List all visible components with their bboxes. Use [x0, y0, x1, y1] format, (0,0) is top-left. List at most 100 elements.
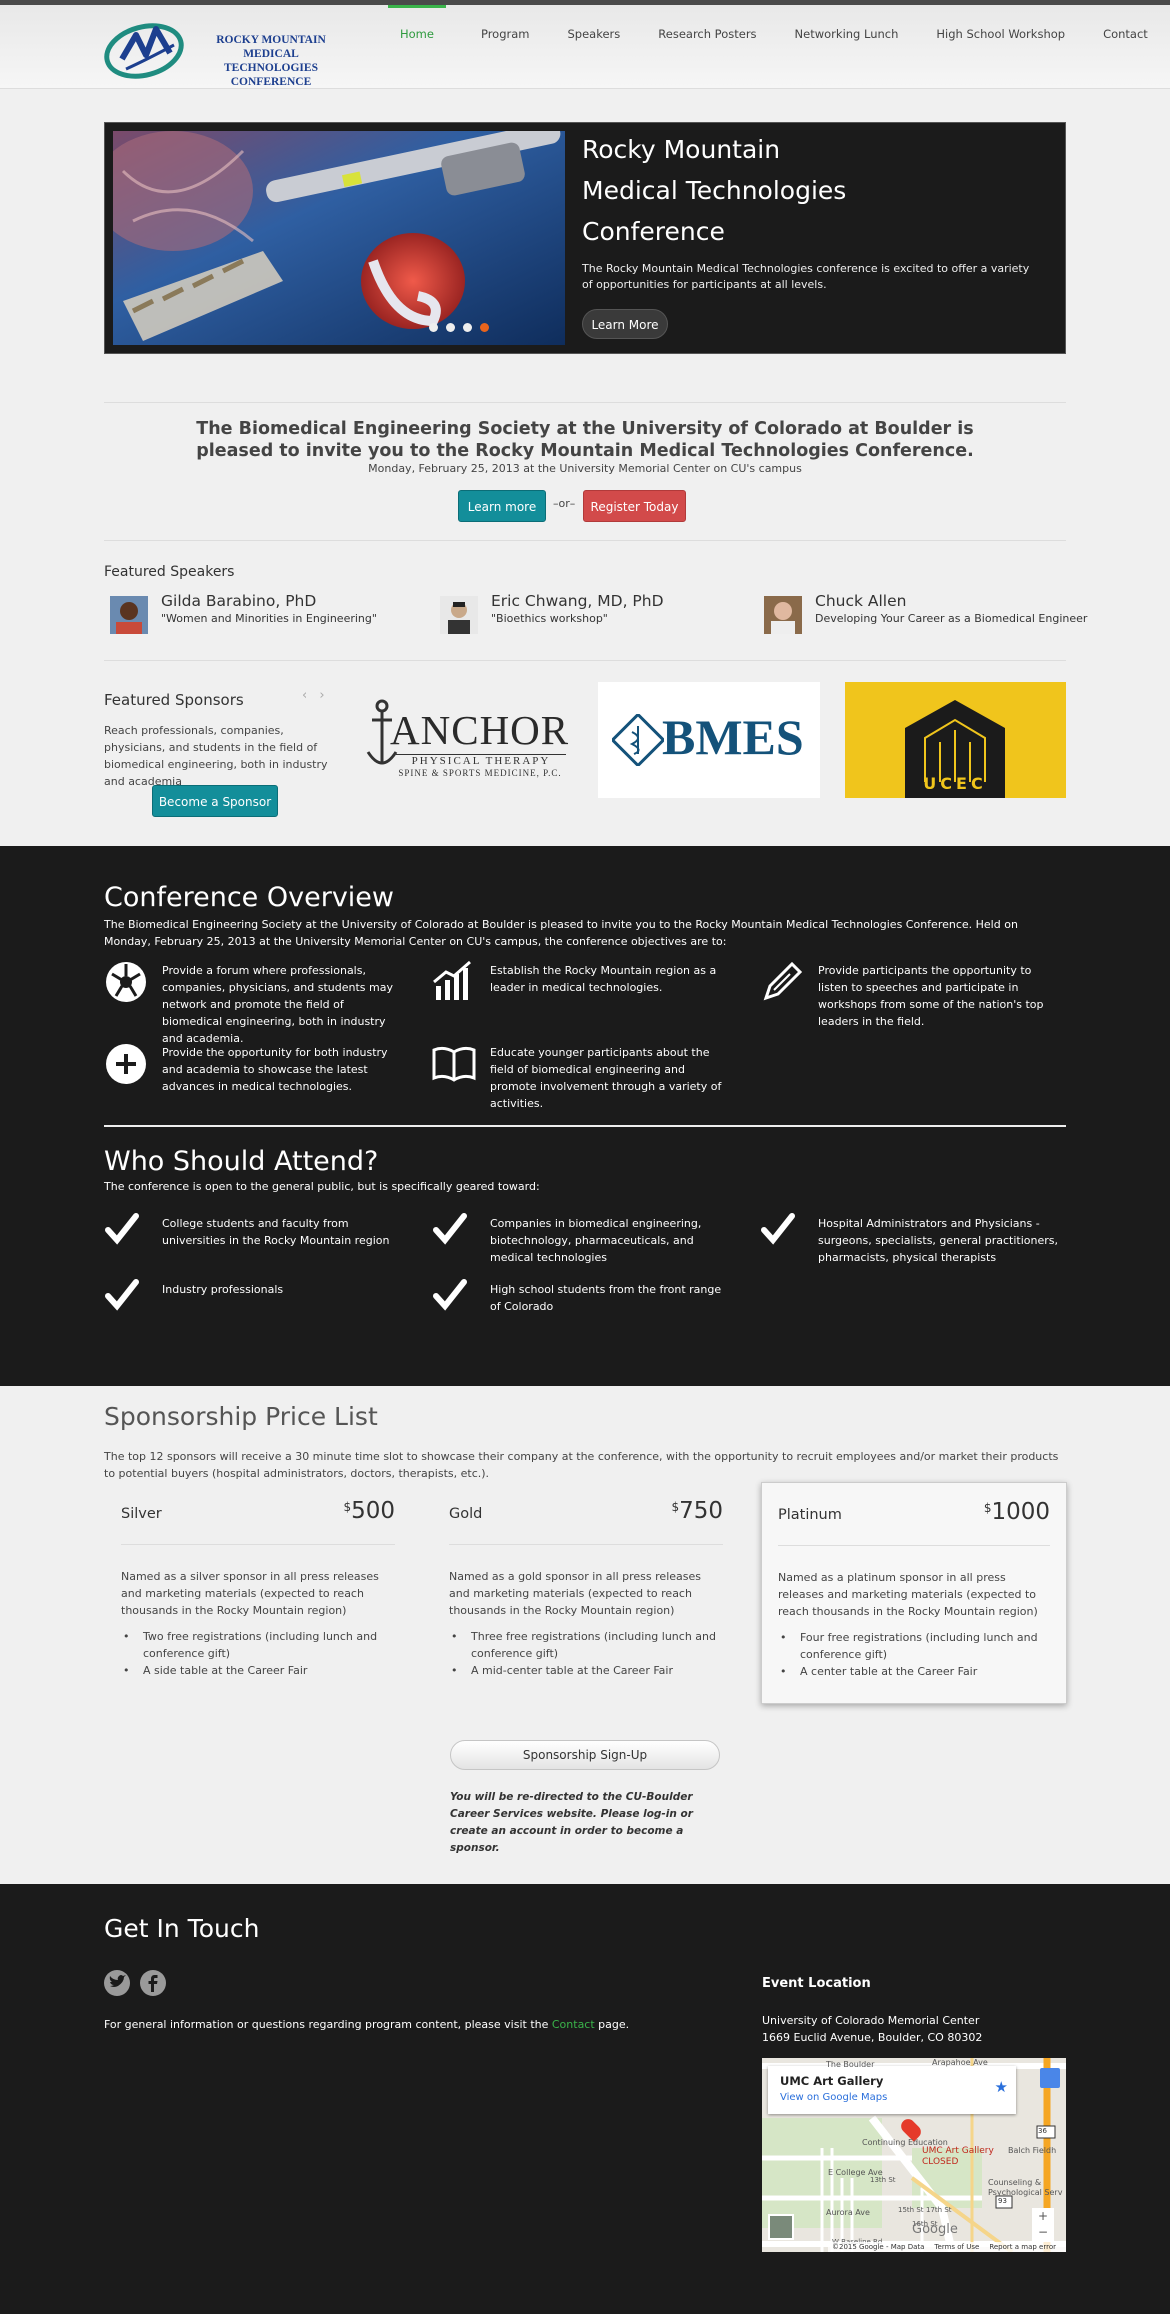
chevron-left-icon[interactable]: ‹ [302, 688, 307, 703]
sponsor-bmes-logo[interactable]: BMES [598, 682, 820, 798]
hero-text: The Rocky Mountain Medical Technologies … [582, 262, 1030, 291]
hero-learn-more-button[interactable]: Learn More [582, 309, 668, 339]
sponsorship-signup-button[interactable]: Sponsorship Sign-Up [450, 1740, 720, 1770]
map-report-link[interactable]: Report a map error [989, 2242, 1056, 2252]
divider [104, 660, 1066, 661]
nav-program[interactable]: Program [481, 10, 530, 60]
plan-perks: Two free registrations (including lunch … [121, 1628, 391, 1679]
featured-sponsors-heading: Featured Sponsors [104, 691, 244, 709]
map-place-counseling: Counseling & Psychological Serv [988, 2178, 1062, 2198]
currency-symbol: $ [343, 1500, 352, 1514]
map-place-balch: Balch Fieldh [1008, 2146, 1057, 2155]
plan-amount: 500 [351, 1498, 395, 1524]
logo-swirl-icon [104, 23, 184, 79]
conference-overview-heading: Conference Overview [104, 882, 394, 913]
event-map[interactable]: UMC Art Gallery View on Google Maps ★ UM… [762, 2058, 1066, 2252]
zoom-out-icon[interactable]: − [1032, 2224, 1054, 2240]
contact-info: For general information or questions reg… [104, 2018, 629, 2031]
plan-amount: 750 [679, 1498, 723, 1524]
plan-perks: Three free registrations (including lunc… [449, 1628, 719, 1679]
main-nav: Home Program Speakers Research Posters N… [388, 5, 1148, 60]
get-in-touch-heading: Get In Touch [104, 1914, 260, 1943]
objective-item: Provide participants the opportunity to … [760, 960, 1060, 1030]
slider-dot-2[interactable] [446, 323, 455, 332]
pricing-plan-gold: Gold $750 Named as a gold sponsor in all… [433, 1482, 739, 1704]
who-should-attend-heading: Who Should Attend? [104, 1146, 379, 1177]
invite-title: The Biomedical Engineering Society at th… [196, 419, 974, 461]
speaker-role: Developing Your Career as a Biomedical E… [815, 612, 1088, 625]
overview-lead: The Biomedical Engineering Society at th… [104, 918, 1018, 948]
map-pin-label: UMC Art Gallery CLOSED [922, 2146, 994, 2168]
speaker-photo [764, 596, 802, 634]
nav-networking-lunch[interactable]: Networking Lunch [795, 10, 899, 60]
hero-title: Rocky Mountain Medical Technologies Conf… [582, 129, 1052, 252]
hero-image [113, 131, 565, 345]
speaker-photo [440, 596, 478, 634]
nav-high-school-workshop[interactable]: High School Workshop [936, 10, 1065, 60]
star-icon[interactable]: ★ [995, 2078, 1008, 2096]
invite-date: Monday, February 25, 2013 at the Univers… [368, 462, 802, 475]
slider-dot-4-active[interactable] [480, 323, 489, 332]
pin-status: CLOSED [922, 2157, 959, 2167]
nav-home[interactable]: Home [388, 5, 446, 60]
google-logo: Google [912, 2222, 958, 2237]
sponsor-anchor-logo[interactable]: ANCHOR PHYSICAL THERAPY SPINE & SPORTS M… [360, 682, 570, 798]
section-divider [104, 1125, 1066, 1127]
plan-divider [449, 1544, 723, 1545]
bmes-diamond-icon [612, 714, 664, 766]
sponsor-carousel-arrows: ‹ › [302, 688, 325, 703]
twitter-icon[interactable] [104, 1970, 130, 1996]
pin-name: UMC Art Gallery [922, 2146, 994, 2156]
plan-divider [121, 1544, 395, 1545]
pegman-icon[interactable] [1040, 2068, 1060, 2088]
satellite-thumbnail[interactable] [768, 2214, 794, 2240]
view-on-google-maps-link[interactable]: View on Google Maps [780, 2092, 887, 2103]
objective-item: Educate younger participants about the f… [432, 1042, 732, 1112]
speaker-role: "Bioethics workshop" [491, 612, 608, 625]
logo-line-3: CONFERENCE [230, 76, 312, 88]
plan-perk: A side table at the Career Fair [121, 1662, 391, 1679]
nav-contact[interactable]: Contact [1103, 10, 1148, 60]
learn-more-button[interactable]: Learn more [458, 490, 546, 522]
map-street-continuing-ed: Continuing Education [862, 2138, 948, 2147]
hero-title-line-3: Conference [582, 217, 725, 246]
checkmark-icon [761, 1213, 795, 1245]
contact-info-suffix: page. [594, 2018, 630, 2031]
attendee-text: High school students from the front rang… [490, 1283, 722, 1313]
facebook-icon[interactable] [140, 1970, 166, 1996]
checkmark-icon [433, 1279, 467, 1311]
map-terms-link[interactable]: Terms of Use [934, 2242, 979, 2252]
slider-dot-3[interactable] [463, 323, 472, 332]
site-logo[interactable]: ROCKY MOUNTAIN MEDICAL TECHNOLOGIES CONF… [104, 15, 334, 88]
open-book-icon [432, 1046, 476, 1082]
zoom-in-icon[interactable]: + [1032, 2208, 1054, 2224]
plan-description: Named as a gold sponsor in all press rel… [449, 1570, 701, 1617]
checkmark-icon [105, 1213, 139, 1245]
divider [104, 402, 1066, 403]
pricing-plan-platinum: Platinum $1000 Named as a platinum spons… [761, 1482, 1067, 1704]
address-line-2: 1669 Euclid Avenue, Boulder, CO 80302 [762, 2031, 983, 2044]
plan-name: Platinum [778, 1507, 842, 1523]
divider [104, 540, 1066, 541]
nav-research-posters[interactable]: Research Posters [658, 10, 756, 60]
become-a-sponsor-button[interactable]: Become a Sponsor [152, 785, 278, 817]
attendee-text: College students and faculty from univer… [162, 1217, 390, 1247]
growth-chart-icon [433, 960, 471, 1000]
register-today-button[interactable]: Register Today [583, 490, 686, 522]
contact-link[interactable]: Contact [552, 2018, 595, 2031]
slider-dot-1[interactable] [429, 323, 438, 332]
attendee-text: Industry professionals [162, 1283, 284, 1296]
address-line-1: University of Colorado Memorial Center [762, 2014, 980, 2027]
map-street-boulder: The Boulder [826, 2060, 875, 2069]
chevron-right-icon[interactable]: › [319, 688, 324, 703]
plan-name: Silver [121, 1506, 162, 1522]
bmes-wordmark: BMES [662, 709, 804, 765]
site-header: ROCKY MOUNTAIN MEDICAL TECHNOLOGIES CONF… [0, 5, 1170, 89]
nav-speakers[interactable]: Speakers [568, 10, 621, 60]
map-street-13th: 13th St [870, 2176, 896, 2184]
hero-title-line-2: Medical Technologies [582, 176, 847, 205]
sponsor-ucec-logo[interactable]: UCEC [845, 682, 1066, 798]
plan-price: $750 [671, 1498, 723, 1524]
objective-item: Provide a forum where professionals, com… [104, 960, 404, 1045]
plan-perk: A mid-center table at the Career Fair [449, 1662, 719, 1679]
